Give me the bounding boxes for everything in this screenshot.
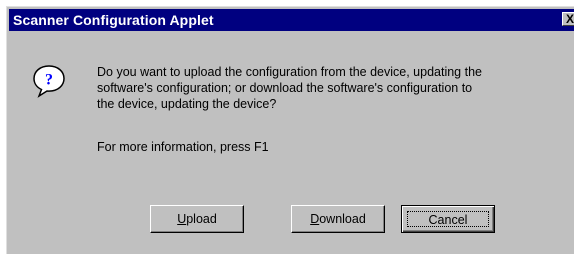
cancel-button-label: Cancel [407, 211, 489, 227]
cancel-button[interactable]: Cancel [401, 205, 495, 233]
upload-button-label: pload [186, 212, 217, 226]
message-dialog: Scanner Configuration Applet X ? Do you … [6, 6, 574, 254]
upload-button-mnemonic: U [177, 212, 187, 226]
message-line: Do you want to upload the configuration … [97, 65, 482, 79]
svg-text:?: ? [45, 72, 53, 89]
close-button[interactable]: X [562, 12, 574, 26]
message-line: the device, updating the device? [97, 97, 277, 111]
question-icon: ? [33, 65, 65, 98]
close-icon: X [565, 12, 574, 26]
download-button-label: ownload [319, 212, 366, 226]
dialog-message: Do you want to upload the configuration … [97, 64, 567, 112]
help-hint: For more information, press F1 [97, 140, 269, 154]
message-line: software's configuration; or download th… [97, 81, 473, 95]
upload-button[interactable]: Upload [150, 205, 244, 233]
title-bar[interactable]: Scanner Configuration Applet X [9, 9, 574, 31]
download-button[interactable]: Download [291, 205, 385, 233]
dialog-title: Scanner Configuration Applet [13, 12, 214, 28]
download-button-mnemonic: D [310, 212, 320, 226]
